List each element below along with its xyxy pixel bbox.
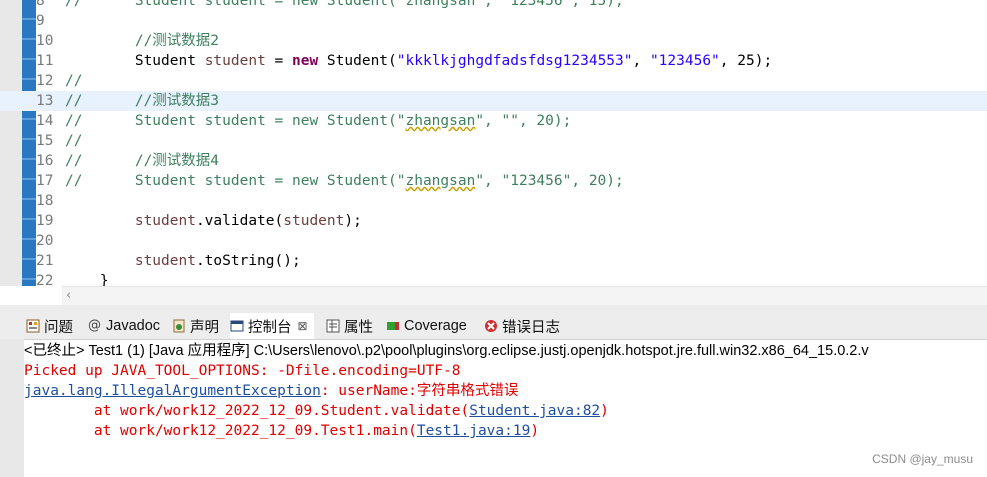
console-icon — [230, 319, 244, 333]
close-icon[interactable]: ⊠ — [298, 319, 308, 333]
console-line: Picked up JAVA_TOOL_OPTIONS: -Dfile.enco… — [24, 363, 461, 379]
trace-text: at work/work12_2022_12_09.Student.valida… — [24, 403, 470, 419]
code-text: // — [65, 133, 83, 149]
line-number: 20 — [36, 233, 54, 249]
tab-label: 问题 — [44, 319, 73, 336]
code-line[interactable]: 19 student.validate(student); — [0, 211, 987, 231]
stack-trace-line: at work/work12_2022_12_09.Student.valida… — [24, 401, 609, 421]
coverage-icon — [386, 319, 400, 333]
panel-divider[interactable] — [0, 305, 987, 313]
code-line[interactable]: 22 } — [0, 271, 987, 286]
code-line[interactable]: 10 //测试数据2 — [0, 31, 987, 51]
code-line[interactable]: 20 — [0, 231, 987, 251]
tab-properties[interactable]: 属性 — [326, 313, 373, 339]
tab-label: 错误日志 — [502, 319, 560, 336]
code-text: Student student = new Student("kkklkjghg… — [65, 53, 773, 69]
code-line[interactable]: 18 — [0, 191, 987, 211]
code-text: // — [65, 73, 83, 89]
declaration-icon — [172, 319, 186, 333]
tab-declaration[interactable]: 声明 — [172, 313, 219, 339]
trace-text: ) — [600, 403, 609, 419]
code-editor[interactable]: 8 // Student student = new Student("zhang… — [0, 0, 987, 286]
code-text: } — [65, 273, 109, 286]
line-number: 8 — [36, 0, 45, 9]
code-text: // //测试数据4 — [65, 153, 220, 169]
code-text: // //测试数据3 — [65, 93, 220, 109]
code-line[interactable]: 13 // //测试数据3 — [0, 91, 987, 111]
tab-problems[interactable]: 问题 — [26, 313, 73, 339]
line-number: 9 — [36, 13, 45, 29]
tab-console[interactable]: 控制台 ⊠ — [230, 313, 314, 339]
code-text: // Student student = new Student("zhangs… — [65, 113, 572, 129]
code-text: //测试数据2 — [65, 33, 220, 49]
code-line[interactable]: 21 student.toString(); — [0, 251, 987, 271]
tab-label: Javadoc — [106, 318, 161, 334]
console-output[interactable]: Picked up JAVA_TOOL_OPTIONS: -Dfile.enco… — [24, 361, 987, 477]
code-text: // Student student = new Student("zhangs… — [65, 173, 624, 189]
exception-link[interactable]: java.lang.IllegalArgumentException — [24, 383, 321, 399]
exception-message: : userName:字符串格式错误 — [320, 383, 519, 399]
line-number: 16 — [36, 153, 54, 169]
line-number: 18 — [36, 193, 54, 209]
code-line[interactable]: 16 // //测试数据4 — [0, 151, 987, 171]
line-number: 11 — [36, 53, 54, 69]
stack-trace-line: at work/work12_2022_12_09.Test1.main(Tes… — [24, 421, 539, 441]
tab-label: Coverage — [404, 318, 467, 334]
console-status: <已终止> Test1 (1) [Java 应用程序] C:\Users\len… — [24, 343, 869, 359]
line-number: 13 — [36, 93, 54, 109]
problems-icon — [26, 319, 40, 333]
line-number: 22 — [36, 273, 54, 286]
tab-label: 控制台 — [248, 319, 292, 336]
watermark: CSDN @jay_musu — [872, 452, 973, 466]
line-number: 21 — [36, 253, 54, 269]
trace-link[interactable]: Student.java:82 — [469, 403, 600, 419]
code-text: // Student student = new Student("zhangs… — [65, 0, 624, 9]
bottom-panel-tabs: 问题 @ Javadoc 声明 控制台 ⊠ 属性 Coverage 错误日志 — [0, 313, 987, 340]
code-text: student.toString(); — [134, 253, 301, 269]
tab-coverage[interactable]: Coverage — [386, 313, 467, 339]
code-line[interactable]: 15 // — [0, 131, 987, 151]
tab-label: 属性 — [344, 319, 373, 336]
properties-icon — [326, 319, 340, 333]
console-line: java.lang.IllegalArgumentException: user… — [24, 381, 518, 401]
at-icon: @ — [88, 318, 101, 333]
code-line[interactable]: 14 // Student student = new Student("zhan… — [0, 111, 987, 131]
trace-text: ) — [530, 423, 540, 439]
code-line[interactable]: 8 // Student student = new Student("zhang… — [0, 0, 987, 11]
tab-label: 声明 — [190, 319, 219, 336]
trace-link[interactable]: Test1.java:19 — [417, 423, 531, 439]
line-number: 14 — [36, 113, 54, 129]
line-number: 10 — [36, 33, 54, 49]
line-number: 19 — [36, 213, 54, 229]
horizontal-scrollbar[interactable]: ‹ — [62, 286, 987, 305]
code-line[interactable]: 17 // Student student = new Student("zhan… — [0, 171, 987, 191]
tab-javadoc[interactable]: @ Javadoc — [88, 313, 160, 339]
code-line[interactable]: 11 Student student = new Student("kkklkj… — [0, 51, 987, 71]
line-number: 15 — [36, 133, 54, 149]
trace-text: at work/work12_2022_12_09.Test1.main( — [24, 423, 417, 439]
scroll-left-icon[interactable]: ‹ — [66, 287, 71, 305]
code-line[interactable]: 9 — [0, 11, 987, 31]
code-line[interactable]: 12 // — [0, 71, 987, 91]
error-log-icon — [484, 319, 498, 333]
code-text: student.validate(student); — [134, 213, 362, 229]
console-left-margin — [0, 339, 24, 477]
tab-error-log[interactable]: 错误日志 — [484, 313, 560, 339]
line-number: 12 — [36, 73, 54, 89]
line-number: 17 — [36, 173, 54, 189]
